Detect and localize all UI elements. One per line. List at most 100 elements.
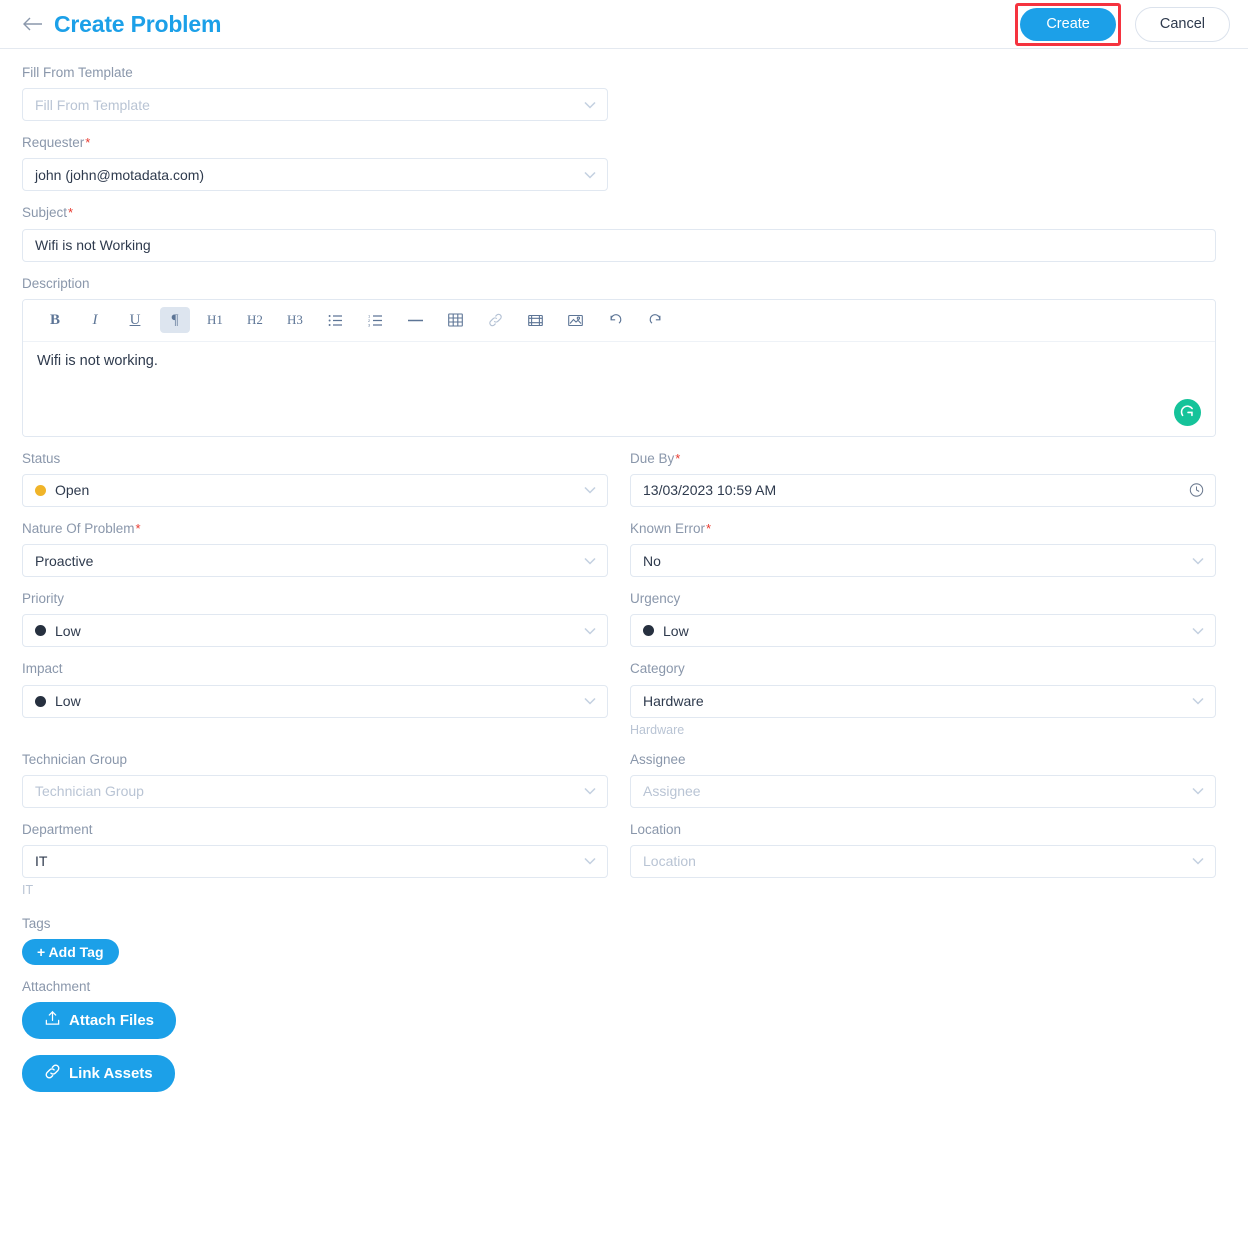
chevron-down-icon [584, 99, 596, 111]
bold-icon[interactable]: B [40, 307, 70, 333]
link-assets-button[interactable]: Link Assets [22, 1055, 175, 1092]
add-tag-button[interactable]: + Add Tag [22, 939, 119, 965]
requester-select[interactable]: john (john@motadata.com) [22, 158, 608, 191]
assignee-select[interactable]: Assignee [630, 775, 1216, 808]
chevron-down-icon [584, 625, 596, 637]
page-header: Create Problem Create Cancel [0, 0, 1248, 49]
row-impact-category: Impact Low Category Hardware Hardware [22, 661, 1216, 751]
description-textarea[interactable]: Wifi is not working. [23, 342, 1215, 436]
fill-from-template-select[interactable]: Fill From Template [22, 88, 608, 121]
attachment-label: Attachment [22, 979, 1216, 995]
field-known-error: Known Error* No [630, 521, 1216, 577]
nature-of-problem-label-text: Nature Of Problem [22, 521, 135, 536]
field-status: Status Open [22, 451, 608, 507]
create-button[interactable]: Create [1020, 8, 1116, 41]
status-value: Open [55, 482, 89, 498]
row-department-location: Department IT IT Location Location [22, 822, 1216, 912]
heading-3-icon[interactable]: H3 [280, 307, 310, 333]
due-by-input[interactable]: 13/03/2023 10:59 AM [630, 474, 1216, 507]
cancel-button[interactable]: Cancel [1135, 7, 1230, 42]
header-actions: Create Cancel [1015, 3, 1230, 46]
undo-icon[interactable] [600, 307, 630, 333]
requester-label-text: Requester [22, 135, 84, 150]
section-attachment: Attachment Attach Files Link Assets [22, 979, 1216, 1092]
row-status-dueby: Status Open Due By* 13/03/2023 10:59 AM [22, 451, 1216, 521]
assignee-label: Assignee [630, 752, 1216, 768]
chevron-down-icon [584, 785, 596, 797]
numbered-list-icon[interactable]: 1 2 3 [360, 307, 390, 333]
priority-select[interactable]: Low [22, 614, 608, 647]
field-nature-of-problem: Nature Of Problem* Proactive [22, 521, 608, 577]
description-editor: B I U ¶ H1 H2 H3 1 2 [22, 299, 1216, 437]
technician-group-select[interactable]: Technician Group [22, 775, 608, 808]
urgency-label: Urgency [630, 591, 1216, 607]
urgency-value: Low [663, 623, 689, 639]
field-urgency: Urgency Low [630, 591, 1216, 647]
priority-label: Priority [22, 591, 608, 607]
required-asterisk: * [68, 205, 73, 220]
field-category: Category Hardware Hardware [630, 661, 1216, 737]
location-label: Location [630, 822, 1216, 838]
image-icon[interactable] [560, 307, 590, 333]
impact-label: Impact [22, 661, 608, 677]
editor-toolbar: B I U ¶ H1 H2 H3 1 2 [23, 300, 1215, 342]
table-icon[interactable] [440, 307, 470, 333]
requester-value: john (john@motadata.com) [35, 167, 204, 183]
description-label: Description [22, 276, 1216, 292]
row-techgroup-assignee: Technician Group Technician Group Assign… [22, 752, 1216, 822]
impact-dot [35, 696, 46, 707]
category-select[interactable]: Hardware [630, 685, 1216, 718]
clock-icon[interactable] [1189, 483, 1204, 498]
grammarly-icon[interactable] [1174, 399, 1201, 426]
urgency-select[interactable]: Low [630, 614, 1216, 647]
underline-icon[interactable]: U [120, 307, 150, 333]
upload-icon [44, 1010, 61, 1031]
horizontal-rule-icon[interactable] [400, 307, 430, 333]
bullet-list-icon[interactable] [320, 307, 350, 333]
field-impact: Impact Low [22, 661, 608, 737]
italic-icon[interactable]: I [80, 307, 110, 333]
required-asterisk: * [675, 451, 680, 466]
link-icon[interactable] [480, 307, 510, 333]
heading-1-icon[interactable]: H1 [200, 307, 230, 333]
paragraph-icon[interactable]: ¶ [160, 307, 190, 333]
required-asterisk: * [706, 521, 711, 536]
status-label: Status [22, 451, 608, 467]
category-value: Hardware [643, 693, 704, 709]
nature-of-problem-select[interactable]: Proactive [22, 544, 608, 577]
subject-input[interactable]: Wifi is not Working [22, 229, 1216, 262]
chevron-down-icon [1192, 695, 1204, 707]
technician-group-value: Technician Group [35, 783, 144, 799]
fill-from-template-value: Fill From Template [35, 97, 150, 113]
link-icon [44, 1063, 61, 1084]
arrow-left-icon[interactable] [22, 13, 44, 35]
attach-files-button[interactable]: Attach Files [22, 1002, 176, 1039]
due-by-label: Due By* [630, 451, 1216, 467]
field-priority: Priority Low [22, 591, 608, 647]
known-error-select[interactable]: No [630, 544, 1216, 577]
heading-2-icon[interactable]: H2 [240, 307, 270, 333]
video-icon[interactable] [520, 307, 550, 333]
priority-value: Low [55, 623, 81, 639]
redo-icon[interactable] [640, 307, 670, 333]
due-by-value: 13/03/2023 10:59 AM [643, 482, 776, 498]
requester-label: Requester* [22, 135, 1216, 151]
impact-select[interactable]: Low [22, 685, 608, 718]
section-tags: Tags + Add Tag [22, 916, 1216, 965]
category-helper-text: Hardware [630, 723, 1216, 738]
create-problem-form: Fill From Template Fill From Template Re… [0, 49, 1248, 1092]
assignee-value: Assignee [643, 783, 701, 799]
subject-label-text: Subject [22, 205, 67, 220]
status-select[interactable]: Open [22, 474, 608, 507]
field-fill-from-template: Fill From Template Fill From Template [22, 65, 1216, 121]
location-select[interactable]: Location [630, 845, 1216, 878]
known-error-value: No [643, 553, 661, 569]
field-due-by: Due By* 13/03/2023 10:59 AM [630, 451, 1216, 507]
row-priority-urgency: Priority Low Urgency Low [22, 591, 1216, 661]
attach-files-label: Attach Files [69, 1012, 154, 1029]
field-requester: Requester* john (john@motadata.com) [22, 135, 1216, 191]
known-error-label-text: Known Error [630, 521, 705, 536]
page-title: Create Problem [54, 13, 221, 36]
urgency-dot [643, 625, 654, 636]
department-select[interactable]: IT [22, 845, 608, 878]
